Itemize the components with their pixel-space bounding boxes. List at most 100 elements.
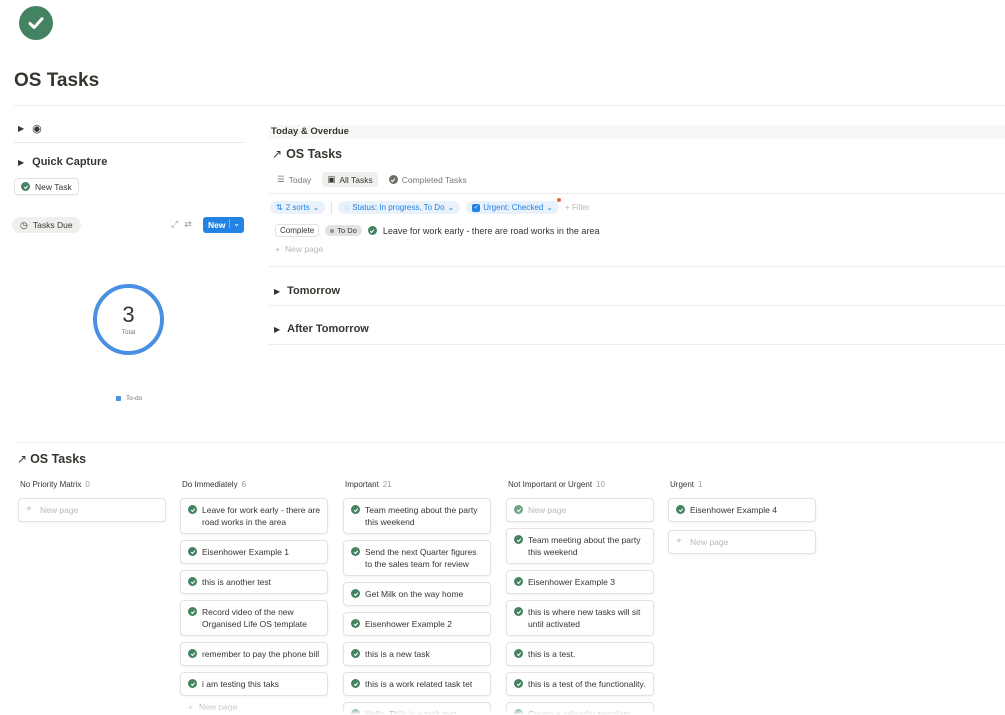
new-page-card[interactable]: + New page <box>18 498 166 522</box>
new-page-card[interactable]: + New page <box>668 530 816 554</box>
card-title: this is a work related task tet <box>365 679 473 689</box>
task-card[interactable]: Team meeting about the party this weeken… <box>343 498 491 534</box>
card-title: this is where new tasks will sit until a… <box>528 607 641 629</box>
board-column: No Priority Matrix 0 + New page <box>18 480 166 522</box>
new-task-button[interactable]: New Task <box>14 178 79 195</box>
column-count: 0 <box>85 480 90 489</box>
database-title-link[interactable]: ↗ OS Tasks <box>272 147 342 161</box>
check-icon <box>676 505 685 514</box>
section-heading: Today & Overdue <box>269 125 1005 139</box>
card-title: Eisenhower Example 2 <box>365 619 452 629</box>
card-title: Record video of the new Organised Life O… <box>202 607 307 629</box>
divider <box>14 105 1005 106</box>
chevron-down-icon[interactable]: ⌄ <box>229 219 240 228</box>
collapsed-toggle[interactable]: ▶ ◉ <box>18 122 42 135</box>
check-icon <box>514 535 523 544</box>
task-card[interactable]: Eisenhower Example 4 <box>668 498 816 522</box>
column-count: 6 <box>241 480 247 489</box>
check-icon <box>351 649 360 658</box>
triangle-right-icon[interactable]: ▶ <box>274 287 280 296</box>
tab-label: Completed Tasks <box>401 174 467 185</box>
column-header[interactable]: Do Immediately 6 <box>182 480 328 492</box>
section-title: After Tomorrow <box>287 323 369 335</box>
new-page-button[interactable]: + New page <box>275 244 323 254</box>
radio-icon: ◉ <box>32 123 42 135</box>
add-filter-button[interactable]: + Filter <box>565 203 590 212</box>
task-card[interactable]: this is where new tasks will sit until a… <box>506 600 654 636</box>
chevron-down-icon: ⌄ <box>447 203 455 212</box>
check-icon <box>514 649 523 658</box>
urgent-filter-chip[interactable]: ✓ Urgent: Checked ⌄ <box>466 198 561 214</box>
add-filter-label: Filter <box>571 203 590 212</box>
plus-icon: + <box>564 203 570 212</box>
board-column: Do Immediately 6 Leave for work early - th… <box>180 480 328 712</box>
task-card[interactable]: this is a new task <box>343 642 491 666</box>
task-title[interactable]: Leave for work early - there are road wo… <box>383 226 600 236</box>
quick-capture-toggle[interactable]: ▶ Quick Capture <box>18 156 107 168</box>
section-title: Tomorrow <box>287 285 341 297</box>
task-card[interactable]: Leave for work early - there are road wo… <box>180 498 328 534</box>
column-name: Important <box>345 480 379 489</box>
check-icon <box>188 505 197 514</box>
card-title: Team meeting about the party this weeken… <box>528 535 641 557</box>
column-header[interactable]: Urgent 1 <box>670 480 816 492</box>
task-card[interactable]: Eisenhower Example 2 <box>343 612 491 636</box>
task-card[interactable]: New page <box>506 498 654 522</box>
plus-icon: + <box>676 536 682 547</box>
board-column: Not Important or Urgent 10 New page Team me… <box>506 480 654 715</box>
chevron-down-icon: ⌄ <box>312 203 320 212</box>
task-card[interactable]: Send the next Quarter figures to the sal… <box>343 540 491 576</box>
card-title: Get Milk on the way home <box>365 589 464 599</box>
status-label: To Do <box>337 226 357 235</box>
new-button[interactable]: New ⌄ <box>203 217 244 233</box>
check-icon <box>351 505 360 514</box>
tab-completed-tasks[interactable]: Completed Tasks <box>384 173 472 187</box>
tomorrow-toggle[interactable]: ▶ Tomorrow <box>274 285 340 297</box>
task-card[interactable]: this is another test <box>180 570 328 594</box>
after-tomorrow-toggle[interactable]: ▶ After Tomorrow <box>274 323 369 335</box>
task-card[interactable]: Eisenhower Example 1 <box>180 540 328 564</box>
triangle-right-icon[interactable]: ▶ <box>274 325 280 334</box>
task-card[interactable]: this is a test. <box>506 642 654 666</box>
task-card[interactable]: this is a work related task tet <box>343 672 491 696</box>
task-card[interactable]: this is a test of the functionality. <box>506 672 654 696</box>
column-header[interactable]: No Priority Matrix 0 <box>20 480 166 492</box>
checkbox-icon: ✓ <box>472 203 481 212</box>
triangle-right-icon[interactable]: ▶ <box>18 158 24 167</box>
card-title: Team meeting about the party this weeken… <box>365 505 478 527</box>
task-card[interactable]: Team meeting about the party this weeken… <box>506 528 654 564</box>
check-icon <box>514 577 523 586</box>
tab-today[interactable]: ☰ Today <box>272 172 316 187</box>
settings-sliders-icon[interactable]: ⇄ <box>184 219 192 230</box>
board-title-link[interactable]: ↗ OS Tasks <box>17 452 86 466</box>
divider <box>269 193 1005 194</box>
column-count: 1 <box>698 480 703 489</box>
complete-button[interactable]: Complete <box>275 224 320 237</box>
table-row[interactable]: Complete To Do Leave for work early - th… <box>275 224 599 237</box>
new-task-label: New Task <box>35 181 72 192</box>
filter-bar: ⇅ 2 sorts ⌄ ◌ Status: In progress, To Do… <box>270 198 590 214</box>
check-icon <box>21 182 30 191</box>
arrow-link-icon: ↗ <box>17 452 28 466</box>
page-title: OS Tasks <box>14 70 100 91</box>
triangle-right-icon[interactable]: ▶ <box>18 124 24 133</box>
column-header[interactable]: Not Important or Urgent 10 <box>508 480 654 492</box>
column-header[interactable]: Important 21 <box>345 480 491 492</box>
card-title: Eisenhower Example 3 <box>528 577 615 587</box>
tab-tasks-due[interactable]: ◷ Tasks Due <box>12 217 81 233</box>
new-page-label: New page <box>40 505 79 515</box>
task-card[interactable]: Get Milk on the way home <box>343 582 491 606</box>
expand-icon[interactable]: ⤢ <box>171 219 178 230</box>
task-card[interactable]: remember to pay the phone bill <box>180 642 328 666</box>
column-name: Do Immediately <box>182 480 238 489</box>
sort-icon: ⇅ <box>276 203 283 212</box>
tab-all-tasks[interactable]: ▣ All Tasks <box>322 172 378 187</box>
status-filter-chip[interactable]: ◌ Status: In progress, To Do ⌄ <box>338 201 461 214</box>
page-check-icon[interactable] <box>19 6 53 40</box>
task-card[interactable]: i am testing this taks <box>180 672 328 696</box>
task-card[interactable]: Eisenhower Example 3 <box>506 570 654 594</box>
card-title: this is a test of the functionality. <box>528 679 646 689</box>
card-title: Eisenhower Example 4 <box>690 505 777 515</box>
sort-chip[interactable]: ⇅ 2 sorts ⌄ <box>270 201 326 214</box>
task-card[interactable]: Record video of the new Organised Life O… <box>180 600 328 636</box>
